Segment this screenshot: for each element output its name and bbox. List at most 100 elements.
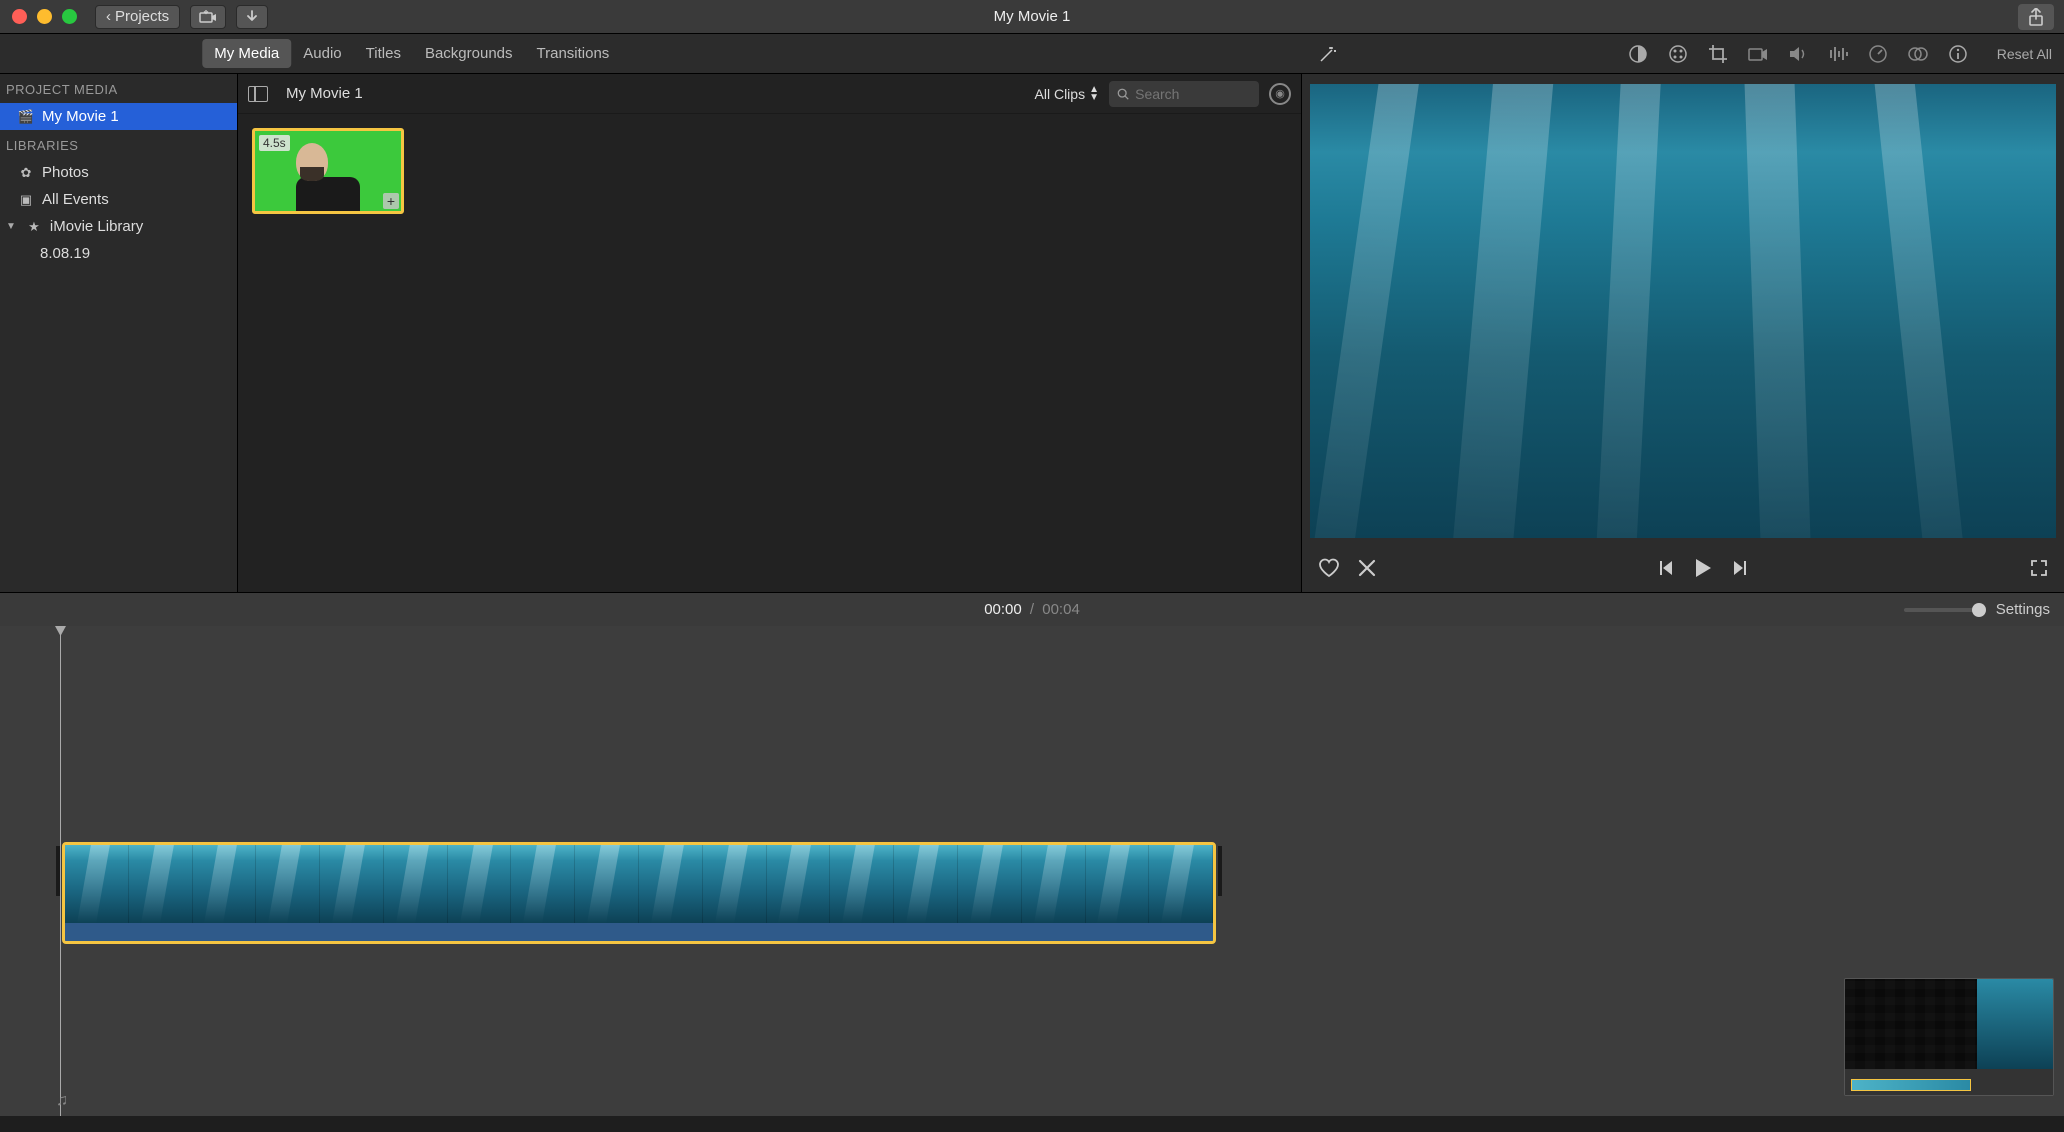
- info-button[interactable]: [1947, 43, 1969, 65]
- sidebar-item-imovie-library[interactable]: ▼ ★ iMovie Library: [0, 213, 237, 240]
- clip-audio-track[interactable]: [65, 923, 1213, 943]
- overlap-circles-icon: [1908, 44, 1928, 64]
- tab-audio[interactable]: Audio: [291, 39, 353, 68]
- disclosure-triangle-icon: ▼: [6, 221, 16, 232]
- sidebar-all-events-label: All Events: [42, 191, 109, 208]
- preview-viewer: [1302, 74, 2064, 592]
- sidebar-project-label: My Movie 1: [42, 108, 119, 125]
- time-display: 00:00 / 00:04: [984, 601, 1080, 618]
- plus-icon: +: [387, 193, 395, 209]
- sidebar-item-all-events[interactable]: ▣ All Events: [0, 186, 237, 213]
- browser-header: My Movie 1 All Clips ▲▼ ◉: [238, 74, 1301, 114]
- total-time: 00:04: [1042, 601, 1080, 618]
- sidebar-photos-label: Photos: [42, 164, 89, 181]
- zoom-slider[interactable]: [1904, 608, 1984, 612]
- timeline[interactable]: ♫: [0, 626, 2064, 1116]
- favorite-button[interactable]: [1318, 558, 1340, 578]
- music-track-icon: ♫: [56, 1092, 68, 1110]
- current-time: 00:00: [984, 601, 1022, 618]
- projects-label: Projects: [115, 8, 169, 25]
- list-view-toggle[interactable]: [248, 86, 268, 102]
- download-button[interactable]: [236, 5, 268, 29]
- browser-title: My Movie 1: [286, 85, 363, 102]
- share-button[interactable]: [2018, 4, 2054, 30]
- media-clip-thumbnail[interactable]: 4.5s +: [252, 128, 404, 214]
- timeline-settings-button[interactable]: Settings: [1996, 601, 2050, 618]
- search-box[interactable]: [1109, 81, 1259, 107]
- tab-backgrounds[interactable]: Backgrounds: [413, 39, 525, 68]
- sidebar-event-label: 8.08.19: [40, 245, 90, 262]
- speaker-icon: [1788, 45, 1808, 63]
- tab-transitions[interactable]: Transitions: [525, 39, 622, 68]
- tab-titles[interactable]: Titles: [354, 39, 413, 68]
- heart-icon: [1318, 558, 1340, 578]
- filter-label: All Clips: [1035, 86, 1086, 102]
- info-icon: [1948, 44, 1968, 64]
- sidebar-header-project-media: PROJECT MEDIA: [0, 74, 237, 103]
- color-balance-button[interactable]: [1627, 43, 1649, 65]
- tab-my-media[interactable]: My Media: [202, 39, 291, 68]
- speed-button[interactable]: [1867, 43, 1889, 65]
- import-media-button[interactable]: [190, 5, 226, 29]
- viewer-controls: [1302, 544, 2064, 592]
- skip-forward-icon: [1731, 559, 1749, 577]
- zoom-slider-handle[interactable]: [1972, 603, 1986, 617]
- crop-icon: [1708, 44, 1728, 64]
- x-icon: [1358, 559, 1376, 577]
- expand-icon: [2030, 559, 2048, 577]
- contrast-icon: [1628, 44, 1648, 64]
- maximize-window-button[interactable]: [62, 9, 77, 24]
- titlebar-right-controls: [2018, 4, 2054, 30]
- minimize-window-button[interactable]: [37, 9, 52, 24]
- titlebar: ‹ Projects My Movie 1: [0, 0, 2064, 34]
- clip-filter-button[interactable]: [1907, 43, 1929, 65]
- reject-button[interactable]: [1358, 559, 1376, 577]
- projects-back-button[interactable]: ‹ Projects: [95, 5, 180, 29]
- timeline-clip[interactable]: [62, 842, 1216, 944]
- playhead[interactable]: [60, 626, 61, 1116]
- magic-wand-button[interactable]: [1318, 44, 1338, 64]
- import-icon: [199, 10, 217, 24]
- picture-in-picture-preview[interactable]: [1844, 978, 2054, 1096]
- crop-button[interactable]: [1707, 43, 1729, 65]
- fullscreen-button[interactable]: [2030, 559, 2048, 577]
- mini-viewer-area: [1977, 979, 2053, 1069]
- clip-trim-handle-right[interactable]: [1218, 846, 1222, 896]
- timeline-header: 00:00 / 00:04 Settings: [0, 592, 2064, 626]
- sidebar-item-photos[interactable]: ✿ Photos: [0, 159, 237, 186]
- inspector-tools: Reset All: [1627, 43, 2052, 65]
- search-icon: [1117, 87, 1129, 101]
- timeline-header-right: Settings: [1904, 601, 2050, 618]
- time-separator: /: [1030, 601, 1034, 618]
- sidebar-item-event-date[interactable]: 8.08.19: [0, 240, 237, 267]
- clip-trim-handle-left[interactable]: [56, 846, 60, 896]
- add-clip-button[interactable]: +: [383, 193, 399, 209]
- reset-all-button[interactable]: Reset All: [1997, 46, 2052, 62]
- target-icon: ◉: [1275, 87, 1285, 100]
- media-tabs: My Media Audio Titles Backgrounds Transi…: [202, 39, 621, 68]
- previous-button[interactable]: [1657, 559, 1675, 577]
- color-correction-button[interactable]: [1667, 43, 1689, 65]
- sidebar-item-project[interactable]: 🎬 My Movie 1: [0, 103, 237, 130]
- browser-content: 4.5s +: [238, 114, 1301, 592]
- stabilization-button[interactable]: [1747, 43, 1769, 65]
- window-controls: [0, 9, 77, 24]
- clip-preview-image: [296, 143, 360, 214]
- noise-reduction-button[interactable]: [1827, 43, 1849, 65]
- toolbar: My Media Audio Titles Backgrounds Transi…: [0, 34, 2064, 74]
- clapperboard-icon: 🎬: [18, 109, 34, 125]
- skip-back-icon: [1657, 559, 1675, 577]
- close-window-button[interactable]: [12, 9, 27, 24]
- sidebar-library-label: iMovie Library: [50, 218, 143, 235]
- flower-icon: ✿: [18, 165, 34, 181]
- film-icon: ▣: [18, 192, 34, 208]
- next-button[interactable]: [1731, 559, 1749, 577]
- clip-filmstrip: [65, 845, 1213, 923]
- volume-button[interactable]: [1787, 43, 1809, 65]
- content-library-button[interactable]: ◉: [1269, 83, 1291, 105]
- play-button[interactable]: [1693, 557, 1713, 579]
- search-input[interactable]: [1135, 86, 1251, 102]
- clips-filter-dropdown[interactable]: All Clips ▲▼: [1035, 86, 1099, 102]
- wand-icon: [1318, 44, 1338, 64]
- viewer-canvas[interactable]: [1310, 84, 2056, 538]
